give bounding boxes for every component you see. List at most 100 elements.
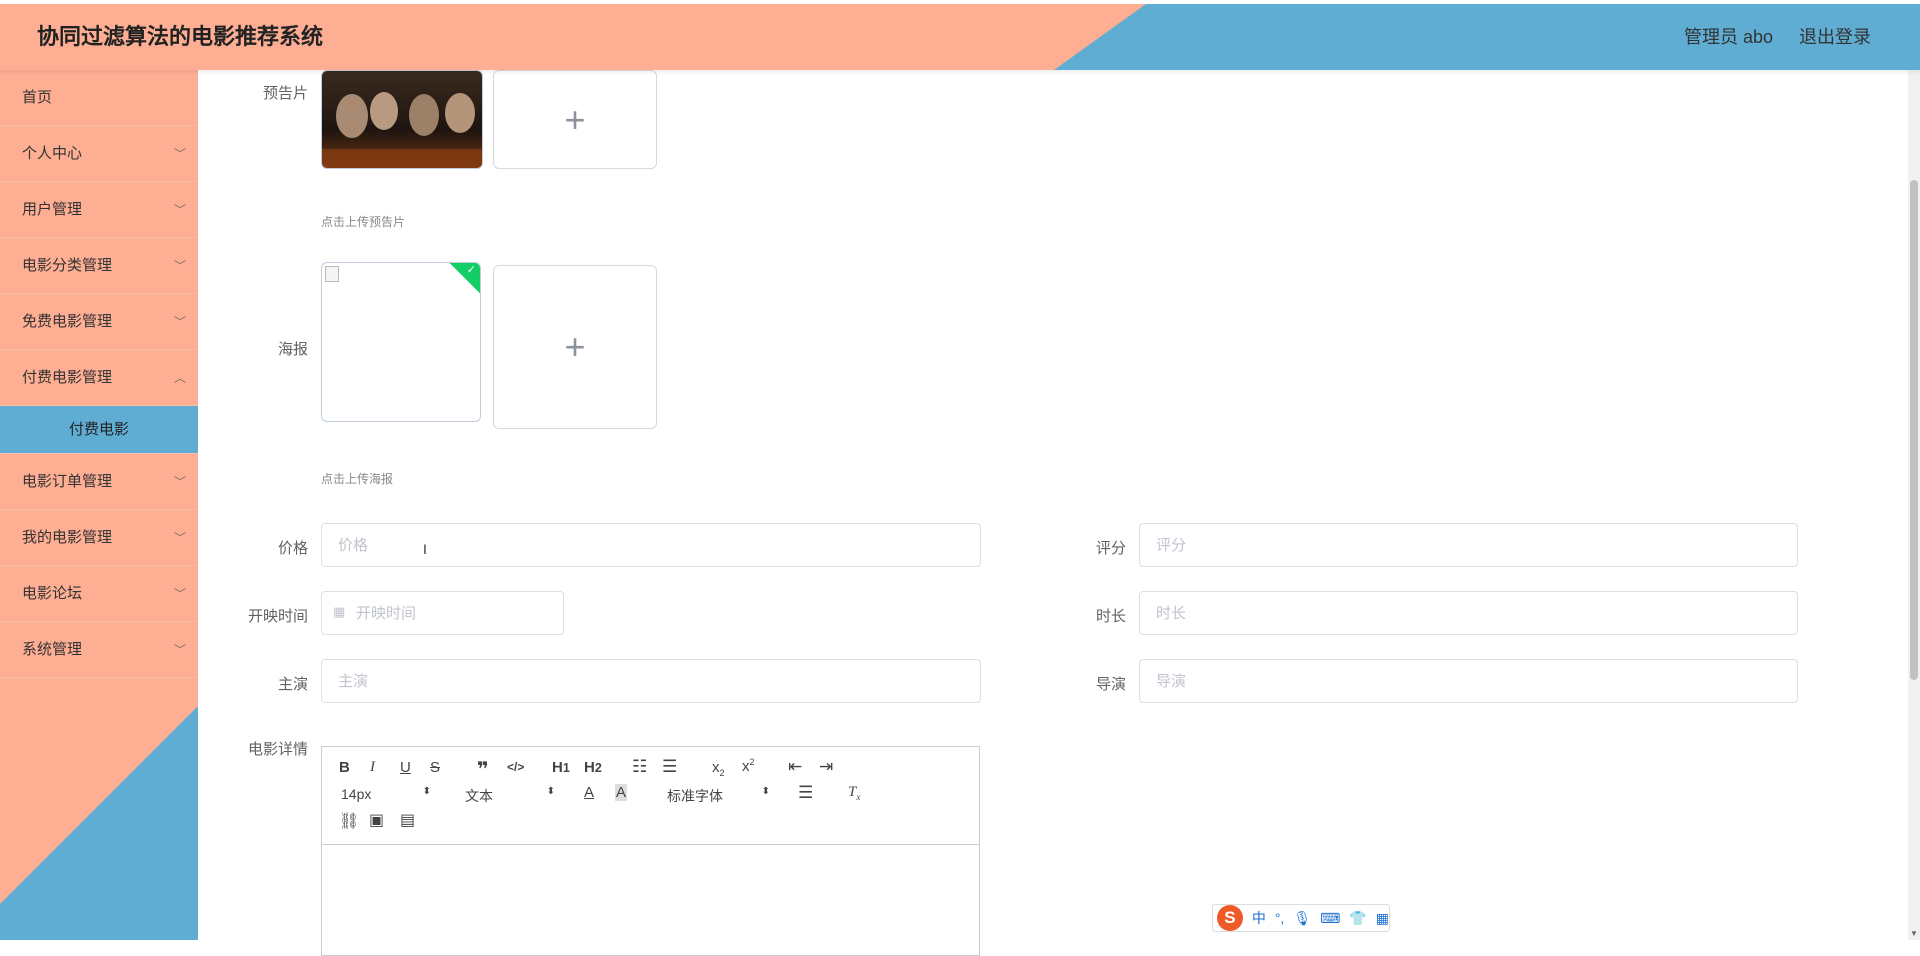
sidebar-item-personal-center[interactable]: 个人中心 ﹀ [0, 126, 198, 182]
release-time-label: 开映时间 [247, 608, 308, 625]
current-user: 管理员 abo [1683, 27, 1773, 47]
font-color-icon[interactable]: A [584, 784, 594, 801]
duration-input[interactable] [1139, 591, 1798, 635]
sidebar-item-label: 免费电影管理 [22, 313, 113, 330]
header-picker[interactable]: 文本 ⬍ [465, 786, 555, 806]
sidebar-item-label: 电影订单管理 [22, 473, 113, 490]
picker-arrows-icon: ⬍ [422, 786, 431, 797]
punctuation-icon[interactable]: °, [1275, 910, 1285, 926]
plus-icon: + [564, 98, 586, 140]
ime-mode-toggle[interactable]: 中 [1252, 908, 1266, 928]
sidebar-item-free-movie-management[interactable]: 免费电影管理 ﹀ [0, 294, 198, 350]
trailer-image [322, 71, 482, 168]
sidebar-subitem-paid-movie[interactable]: 付费电影 [0, 406, 198, 454]
plus-icon: + [564, 326, 586, 367]
sidebar-item-home[interactable]: 首页 [0, 70, 198, 126]
ime-toolbar: S 中 °, 🎙 ⌨ 👕 ▦ [1212, 904, 1390, 932]
underline-icon[interactable]: U [400, 759, 411, 776]
text-cursor-icon: I [423, 541, 427, 557]
trailer-thumbnail[interactable] [321, 70, 483, 169]
director-input[interactable] [1139, 659, 1798, 703]
trailer-upload-button[interactable]: + [493, 70, 657, 169]
indent-icon[interactable]: ⇥ [819, 757, 833, 777]
cast-input[interactable] [321, 659, 981, 703]
subscript-icon[interactable]: x2 [712, 759, 725, 778]
outdent-icon[interactable]: ⇤ [788, 757, 802, 777]
chevron-down-icon: ﹀ [173, 531, 186, 545]
sidebar-item-user-management[interactable]: 用户管理 ﹀ [0, 182, 198, 238]
page-scrollbar[interactable]: ▼ [1908, 70, 1920, 940]
image-icon[interactable]: ▣ [369, 810, 384, 830]
chevron-down-icon: ﹀ [173, 259, 186, 273]
link-icon[interactable]: ⛓ [339, 811, 359, 831]
header-value: 文本 [465, 788, 493, 804]
chevron-down-icon: ﹀ [173, 315, 186, 329]
broken-image-icon [325, 266, 339, 282]
video-icon[interactable]: ▤ [400, 810, 415, 830]
sidebar-menu: 首页 个人中心 ﹀ 用户管理 ﹀ 电影分类管理 ﹀ 免费电影管理 ﹀ 付费电影管理 ︿ 付… [0, 70, 198, 678]
price-input[interactable] [321, 523, 981, 567]
blockquote-icon[interactable]: ❞ [477, 757, 489, 782]
bullet-list-icon[interactable]: ☰ [662, 757, 677, 777]
chevron-down-icon: ﹀ [173, 147, 186, 161]
align-icon[interactable]: ☰ [798, 783, 813, 803]
logout-link[interactable]: 退出登录 [1799, 4, 1871, 70]
sidebar-item-system-management[interactable]: 系统管理 ﹀ [0, 622, 198, 678]
rating-label: 评分 [1095, 540, 1126, 557]
trailer-hint: 点击上传预告片 [321, 215, 406, 229]
scroll-down-arrow-icon[interactable]: ▼ [1908, 929, 1920, 938]
sidebar-item-forum[interactable]: 电影论坛 ﹀ [0, 566, 198, 622]
toolbox-icon[interactable]: ▦ [1376, 910, 1389, 927]
poster-upload-button[interactable]: + [493, 265, 657, 429]
poster-label: 海报 [277, 341, 308, 358]
sidebar-item-label: 我的电影管理 [22, 529, 113, 546]
ordered-list-icon[interactable]: ☷ [632, 757, 647, 777]
heading2-icon[interactable]: H2 [584, 759, 602, 776]
release-date-picker[interactable]: ▦ [321, 591, 564, 635]
sidebar-item-label: 系统管理 [22, 641, 83, 658]
chevron-down-icon: ﹀ [173, 475, 186, 489]
sidebar-item-label: 电影分类管理 [22, 257, 113, 274]
chevron-down-icon: ﹀ [173, 587, 186, 601]
sidebar-item-paid-movie-management[interactable]: 付费电影管理 ︿ [0, 350, 198, 406]
heading1-icon[interactable]: H1 [552, 759, 570, 776]
main-content: 预告片 + 点击上传预告片 海报 ✓ + 点击上传海报 价格 价格 I 评分 评… [198, 70, 1908, 956]
sidebar-item-label: 付费电影 [68, 421, 129, 438]
rating-input[interactable] [1139, 523, 1798, 567]
scrollbar-thumb[interactable] [1910, 180, 1918, 680]
check-icon: ✓ [466, 264, 476, 276]
background-color-icon[interactable]: A [615, 784, 628, 801]
sogou-logo-icon[interactable]: S [1217, 905, 1243, 931]
trailer-label: 预告片 [262, 85, 308, 102]
italic-icon[interactable]: I [370, 759, 375, 776]
sidebar-item-label: 个人中心 [22, 145, 83, 162]
editor-content-area[interactable] [322, 845, 979, 955]
superscript-icon[interactable]: x2 [742, 757, 755, 775]
keyboard-icon[interactable]: ⌨ [1320, 910, 1340, 927]
clear-format-icon[interactable]: Tx [848, 784, 860, 802]
chevron-down-icon: ﹀ [173, 643, 186, 657]
sidebar: 首页 个人中心 ﹀ 用户管理 ﹀ 电影分类管理 ﹀ 免费电影管理 ﹀ 付费电影管理 ︿ 付… [0, 70, 198, 940]
top-header: 协同过滤算法的电影推荐系统 管理员 abo 退出登录 [0, 4, 1920, 70]
editor-toolbar: B I U S ❞ </> H1 H2 ☷ ☰ x2 x2 ⇤ ⇥ 14px ⬍ … [322, 747, 979, 845]
picker-arrows-icon: ⬍ [761, 786, 770, 797]
sidebar-item-label: 付费电影管理 [22, 369, 113, 386]
code-icon[interactable]: </> [507, 760, 524, 774]
font-family-picker[interactable]: 标准字体 ⬍ [667, 786, 770, 806]
calendar-icon: ▦ [333, 604, 346, 619]
microphone-icon[interactable]: 🎙 [1293, 910, 1311, 927]
release-time-input[interactable] [321, 591, 564, 635]
bold-icon[interactable]: B [339, 759, 350, 776]
poster-thumbnail[interactable]: ✓ [321, 262, 481, 422]
sidebar-item-order-management[interactable]: 电影订单管理 ﹀ [0, 454, 198, 510]
font-family-value: 标准字体 [667, 788, 723, 804]
skin-icon[interactable]: 👕 [1349, 910, 1366, 927]
sidebar-item-category-management[interactable]: 电影分类管理 ﹀ [0, 238, 198, 294]
chevron-down-icon: ﹀ [173, 203, 186, 217]
app-title: 协同过滤算法的电影推荐系统 [37, 24, 324, 49]
sidebar-item-my-movie-management[interactable]: 我的电影管理 ﹀ [0, 510, 198, 566]
font-size-picker[interactable]: 14px ⬍ [341, 786, 431, 802]
strikethrough-icon[interactable]: S [430, 759, 440, 776]
font-size-value: 14px [341, 786, 372, 802]
sidebar-item-label: 电影论坛 [22, 585, 83, 602]
